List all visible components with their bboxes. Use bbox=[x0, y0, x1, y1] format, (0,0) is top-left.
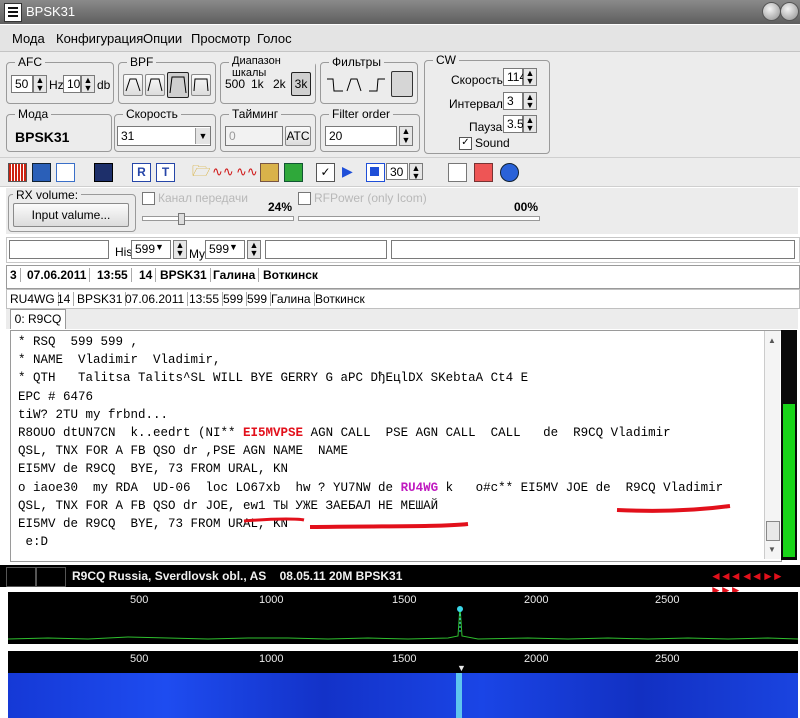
wf-freq-500: 500 bbox=[130, 653, 149, 665]
wf-freq-2000: 2000 bbox=[524, 653, 549, 665]
wf-freq-2500: 2500 bbox=[655, 653, 680, 665]
spectrum-display[interactable]: 500 1000 1500 2000 2500 bbox=[8, 592, 798, 644]
waterfall-image bbox=[8, 673, 798, 718]
info-text: R9CQ Russia, Sverdlovsk obl., AS 08.05.1… bbox=[72, 569, 403, 583]
underline-russian-phrase bbox=[309, 522, 469, 529]
info-bar: R9CQ Russia, Sverdlovsk obl., AS 08.05.1… bbox=[0, 565, 800, 597]
underline-r9cq bbox=[616, 504, 731, 513]
waterfall-signal bbox=[456, 673, 462, 718]
wf-freq-1000: 1000 bbox=[259, 653, 284, 665]
spectrum-trace bbox=[8, 605, 798, 640]
info-box-2 bbox=[36, 567, 66, 587]
waterfall-marker-icon: ▼ bbox=[457, 663, 466, 673]
wf-freq-1500: 1500 bbox=[392, 653, 417, 665]
waterfall-display[interactable]: 500 1000 1500 2000 2500 ▼ bbox=[8, 651, 798, 718]
underline-ew1 bbox=[243, 517, 305, 523]
info-box-1 bbox=[6, 567, 36, 587]
